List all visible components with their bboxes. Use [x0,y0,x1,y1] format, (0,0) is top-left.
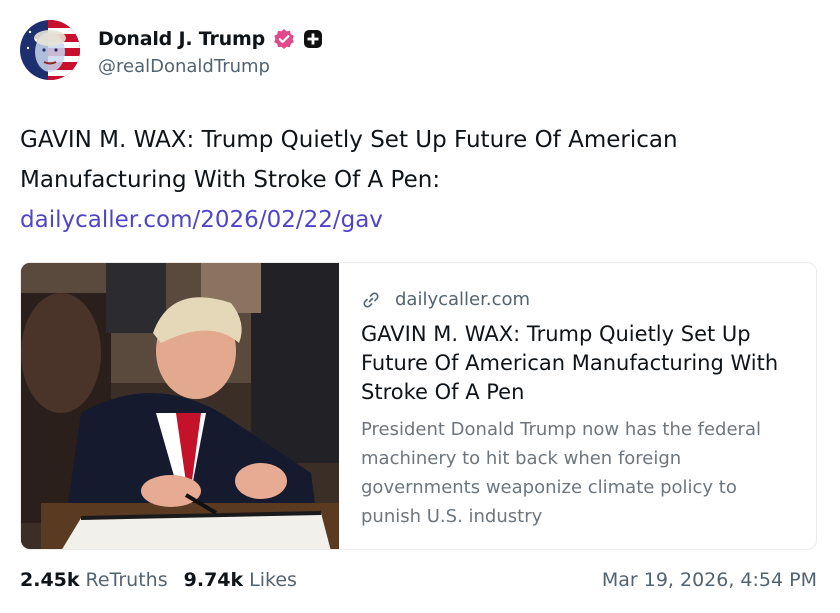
card-domain: dailycaller.com [395,289,531,310]
flag-portrait-avatar-icon [20,20,80,80]
name-row: Donald J. Trump [98,26,323,52]
author-block: Donald J. Trump @realDonaldTrump [98,26,323,77]
retruths-stat[interactable]: 2.45k ReTruths [20,569,168,591]
author-handle[interactable]: @realDonaldTrump [98,56,323,77]
likes-label: Likes [249,569,297,591]
avatar[interactable] [20,20,80,80]
post-body: GAVIN M. WAX: Trump Quietly Set Up Futur… [20,120,810,240]
link-icon [361,290,381,310]
post-timestamp[interactable]: Mar 19, 2026, 4:54 PM [602,569,817,591]
post-text: GAVIN M. WAX: Trump Quietly Set Up Futur… [20,127,678,193]
verified-badge-icon [273,28,295,50]
likes-stat[interactable]: 9.74k Likes [184,569,297,591]
retruths-count: 2.45k [20,569,80,591]
plus-square-icon[interactable] [303,29,323,49]
retruths-label: ReTruths [85,569,168,591]
card-title[interactable]: GAVIN M. WAX: Trump Quietly Set Up Futur… [361,320,796,407]
likes-count: 9.74k [183,569,244,591]
card-body: dailycaller.com GAVIN M. WAX: Trump Quie… [339,263,816,549]
card-description: President Donald Trump now has the feder… [361,419,761,527]
post-link[interactable]: dailycaller.com/2026/02/22/gav [20,200,810,240]
signing-photo-image [21,263,339,549]
post-header: Donald J. Trump @realDonaldTrump [20,20,323,80]
author-display-name[interactable]: Donald J. Trump [98,28,265,50]
post-footer: 2.45k ReTruths 9.74k Likes Mar 19, 2026,… [20,566,817,594]
card-domain-row: dailycaller.com [361,289,796,310]
link-preview-card[interactable]: dailycaller.com GAVIN M. WAX: Trump Quie… [20,262,817,550]
